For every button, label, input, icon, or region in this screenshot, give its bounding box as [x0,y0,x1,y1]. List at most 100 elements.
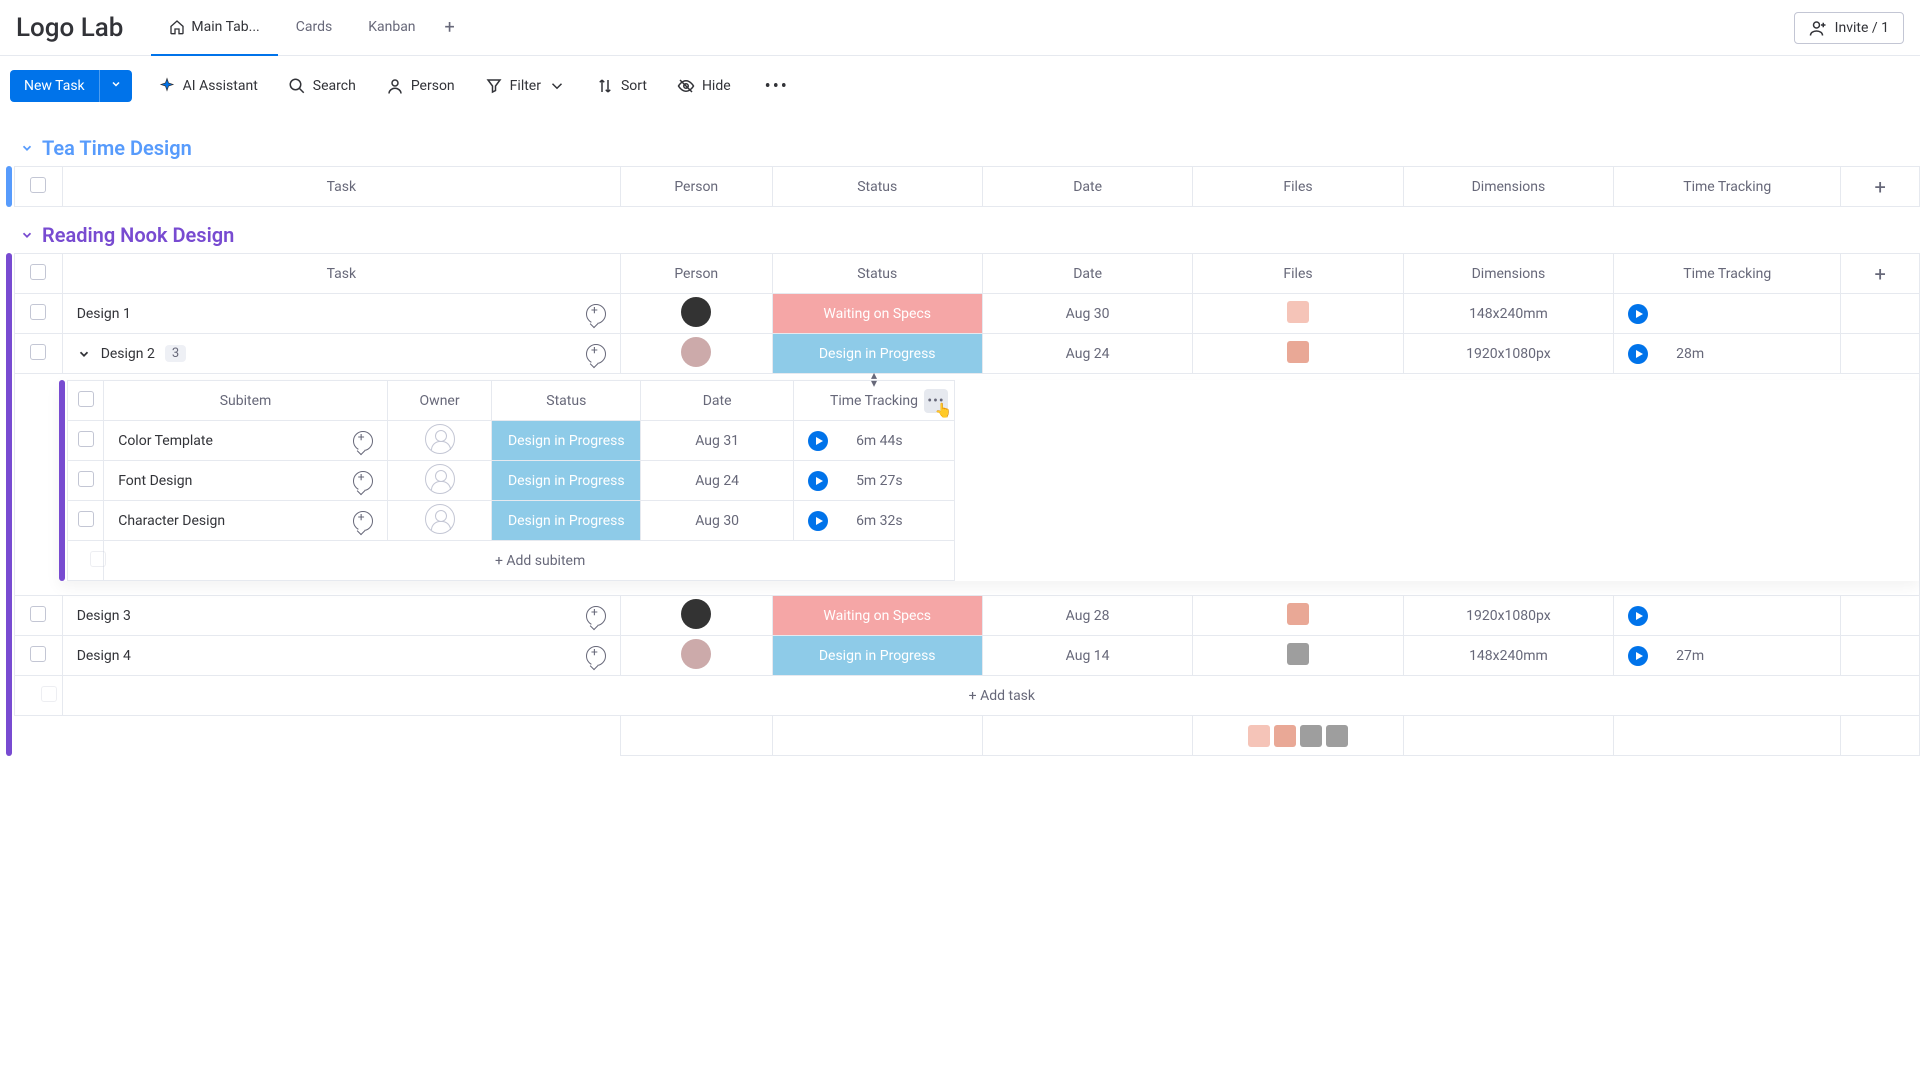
select-all[interactable] [15,254,63,294]
status-cell[interactable]: Design in Progress [492,461,641,501]
time-cell[interactable]: 6m 44s [794,421,955,461]
table-row[interactable]: Design 4 Design in Progress Aug 14 148x2… [15,636,1920,676]
sort-handle-icon[interactable]: ▴▾ [871,371,877,387]
new-task-button[interactable]: New Task [10,70,132,102]
table-row[interactable]: Design 1 Waiting on Specs Aug 30 148x240… [15,294,1920,334]
subitem-row[interactable]: Font Design Design in Progress Aug 24 5m… [68,461,955,501]
play-icon[interactable] [1628,646,1648,666]
subitem-name[interactable]: Font Design [118,473,192,489]
row-checkbox[interactable] [15,636,63,676]
time-cell[interactable]: 27m [1614,636,1841,676]
date-cell[interactable]: Aug 30 [982,294,1192,334]
chat-icon[interactable] [353,511,373,531]
col-date[interactable]: Date [641,381,794,421]
play-icon[interactable] [1628,304,1648,324]
col-status[interactable]: Status [772,254,982,294]
select-all[interactable] [15,167,63,207]
owner-cell[interactable] [387,461,492,501]
dimensions-cell[interactable]: 148x240mm [1403,294,1613,334]
play-icon[interactable] [1628,606,1648,626]
person-cell[interactable] [621,636,773,676]
time-cell[interactable]: 5m 27s [794,461,955,501]
col-date[interactable]: Date [982,254,1192,294]
files-cell[interactable] [1193,334,1403,374]
invite-button[interactable]: Invite / 1 [1794,12,1904,44]
col-files[interactable]: Files [1193,167,1403,207]
play-icon[interactable] [1628,344,1648,364]
col-date[interactable]: Date [982,167,1192,207]
status-cell[interactable]: Design in Progress [492,501,641,541]
files-cell[interactable] [1193,596,1403,636]
date-cell[interactable]: Aug 14 [982,636,1192,676]
tab-kanban[interactable]: Kanban [350,0,433,56]
time-cell[interactable]: 6m 32s [794,501,955,541]
row-checkbox[interactable] [68,501,104,541]
status-cell[interactable]: Waiting on Specs [772,294,982,334]
dimensions-cell[interactable]: 148x240mm [1403,636,1613,676]
add-column-button[interactable]: + [1841,254,1920,294]
time-cell[interactable] [1614,596,1841,636]
status-cell[interactable]: Waiting on Specs [772,596,982,636]
subitem-name[interactable]: Character Design [118,513,225,529]
date-cell[interactable]: Aug 31 [641,421,794,461]
chat-icon[interactable] [353,431,373,451]
row-checkbox[interactable] [15,596,63,636]
table-row[interactable]: Design 3 Waiting on Specs Aug 28 1920x10… [15,596,1920,636]
tab-cards[interactable]: Cards [278,0,350,56]
col-time-tracking[interactable]: Time Tracking [1614,167,1841,207]
tab-main-table[interactable]: Main Tab... [151,0,277,56]
files-cell[interactable] [1193,636,1403,676]
col-dimensions[interactable]: Dimensions [1403,254,1613,294]
status-cell[interactable]: Design in Progress [492,421,641,461]
chat-icon[interactable] [586,344,606,364]
dimensions-cell[interactable]: 1920x1080px [1403,334,1613,374]
sort-button[interactable]: Sort [592,71,651,101]
toolbar-more-button[interactable]: ••• [757,72,797,101]
col-status[interactable]: Status [772,167,982,207]
group-header-tea[interactable]: Tea Time Design [0,130,1920,166]
hide-button[interactable]: Hide [673,71,735,101]
col-person[interactable]: Person [621,167,773,207]
person-filter-button[interactable]: Person [382,71,459,101]
files-cell[interactable] [1193,294,1403,334]
col-time-tracking[interactable]: Time Tracking [1614,254,1841,294]
row-checkbox[interactable] [68,421,104,461]
col-time-tracking[interactable]: ▴▾ Time Tracking ••• 👆 [794,381,955,421]
play-icon[interactable] [808,511,828,531]
task-name[interactable]: Design 4 [77,648,131,664]
add-task-label[interactable]: + Add task [62,676,1919,716]
task-name[interactable]: Design 2 [101,346,155,362]
add-view-button[interactable]: + [434,12,466,44]
add-task-row[interactable]: + Add task [15,676,1920,716]
table-row[interactable]: Design 2 3 Design in Progress Aug 24 192… [15,334,1920,374]
col-task[interactable]: Task [62,254,620,294]
dimensions-cell[interactable]: 1920x1080px [1403,596,1613,636]
group-header-reading[interactable]: Reading Nook Design [0,217,1920,253]
status-cell[interactable]: Design in Progress [772,334,982,374]
task-name[interactable]: Design 1 [77,306,131,322]
date-cell[interactable]: Aug 24 [982,334,1192,374]
chat-icon[interactable] [586,646,606,666]
col-subitem[interactable]: Subitem [104,381,388,421]
filter-button[interactable]: Filter [481,71,570,101]
task-name[interactable]: Design 3 [77,608,131,624]
status-cell[interactable]: Design in Progress [772,636,982,676]
row-checkbox[interactable] [15,294,63,334]
subitem-name[interactable]: Color Template [118,433,213,449]
date-cell[interactable]: Aug 30 [641,501,794,541]
column-menu-button[interactable]: ••• [924,389,948,413]
row-checkbox[interactable] [68,461,104,501]
subitem-row[interactable]: Character Design Design in Progress Aug … [68,501,955,541]
col-files[interactable]: Files [1193,254,1403,294]
chevron-down-icon[interactable] [77,347,91,361]
ai-assistant-button[interactable]: AI Assistant [154,71,262,101]
col-status[interactable]: Status [492,381,641,421]
search-button[interactable]: Search [284,71,360,101]
add-column-button[interactable]: + [1841,167,1920,207]
chat-icon[interactable] [353,471,373,491]
subitem-row[interactable]: Color Template Design in Progress Aug 31… [68,421,955,461]
col-dimensions[interactable]: Dimensions [1403,167,1613,207]
add-subitem-label[interactable]: + Add subitem [104,541,955,581]
col-task[interactable]: Task [62,167,620,207]
play-icon[interactable] [808,431,828,451]
